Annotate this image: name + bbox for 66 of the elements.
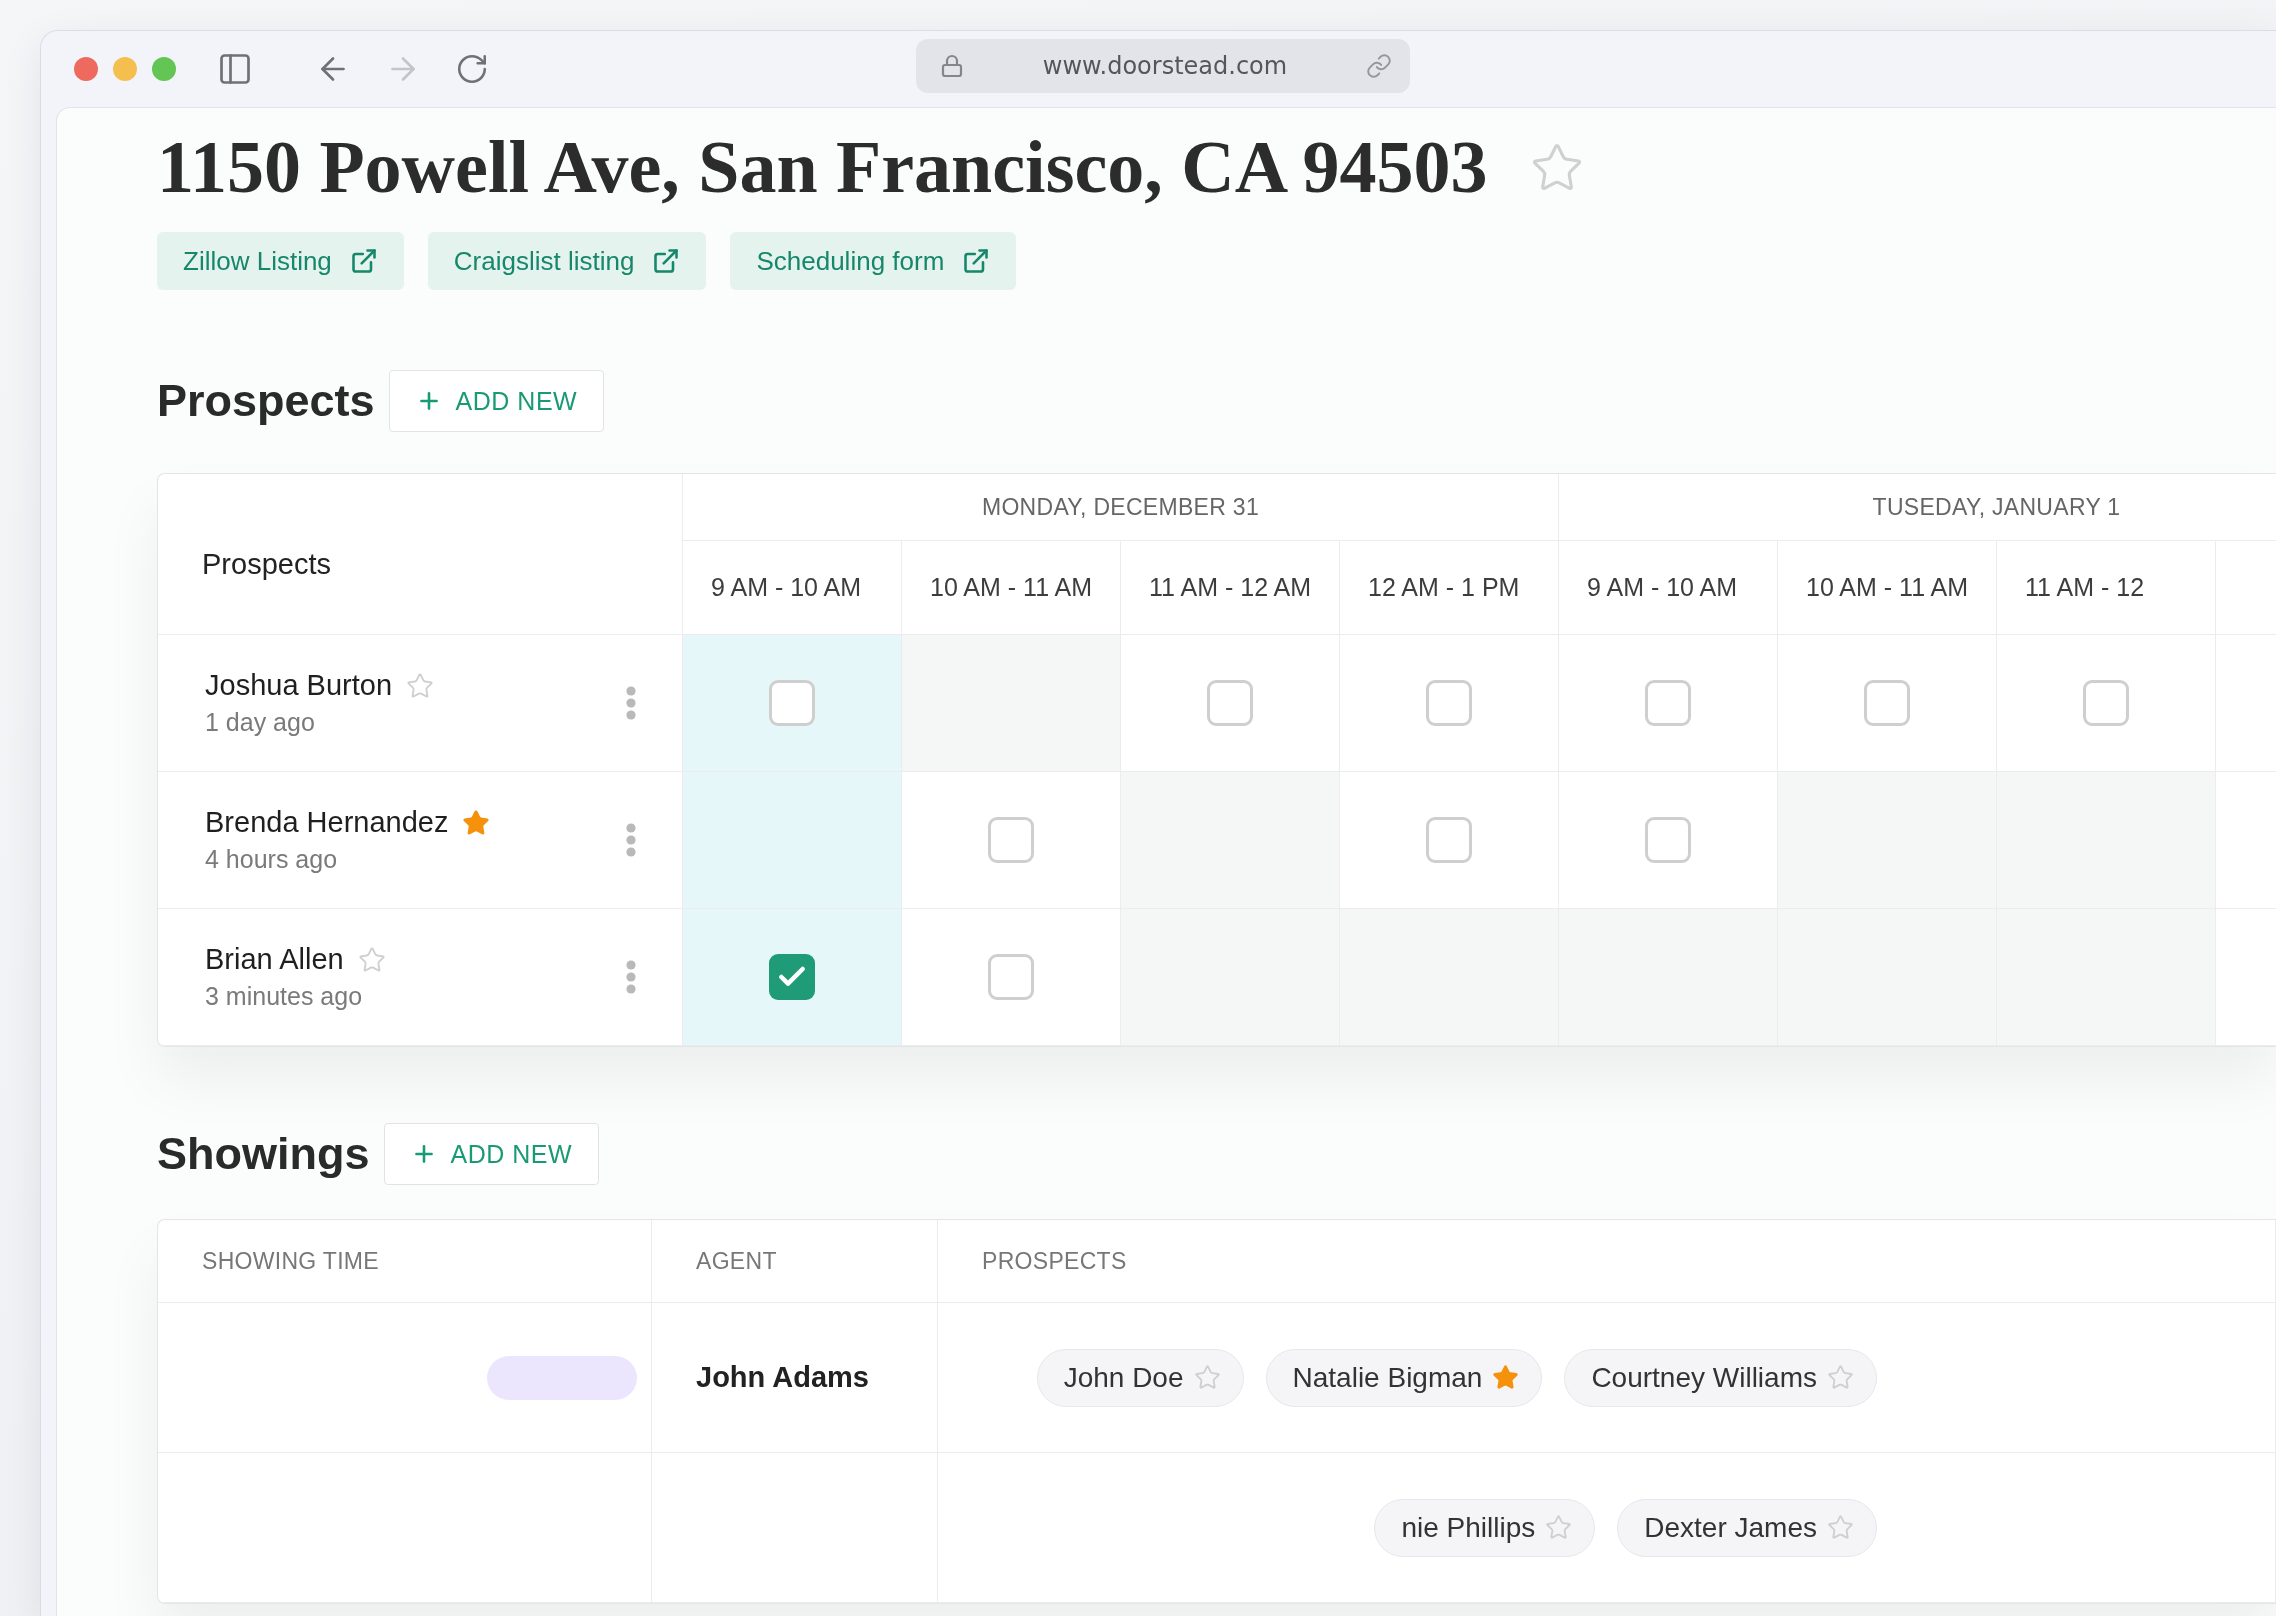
time-slot-header: 10 AM - 11 AM (930, 573, 1093, 602)
listing-title: 1150 Powell Ave, San Francisco, CA 94503 (157, 127, 1488, 208)
prospect-chip[interactable]: Courtney Williams (1564, 1348, 1877, 1407)
checkbox[interactable] (1645, 817, 1691, 863)
section-heading: Showings (157, 1127, 370, 1181)
checkbox[interactable] (988, 817, 1034, 863)
checkbox[interactable] (1645, 680, 1691, 726)
add-new-button[interactable]: ADD NEW (383, 1123, 600, 1185)
add-new-button[interactable]: ADD NEW (388, 370, 605, 432)
star-icon[interactable] (1827, 1514, 1854, 1541)
minimize-button[interactable] (113, 57, 137, 81)
listing-link[interactable]: Craigslist listing (427, 232, 707, 290)
checkbox[interactable] (769, 680, 815, 726)
kebab-menu-icon[interactable] (626, 686, 636, 720)
prospect-name: Brenda Hernandez (205, 806, 449, 839)
star-icon[interactable] (1193, 1364, 1221, 1391)
day-header: MONDAY, DECEMBER 31 (981, 493, 1260, 521)
star-icon[interactable] (406, 671, 434, 700)
star-icon[interactable] (462, 808, 491, 837)
link-icon[interactable] (1366, 53, 1392, 79)
listing-link[interactable]: Scheduling form (730, 232, 1017, 290)
column-header: PROSPECTS (982, 1247, 1127, 1275)
time-slot-header: 11 AM - 12 AM (1149, 573, 1312, 602)
day-header: TUSEDAY, JANUARY 1 (1872, 493, 2121, 521)
agent-name: John Adams (696, 1361, 869, 1394)
star-icon[interactable] (1827, 1364, 1854, 1391)
section-heading: Prospects (157, 374, 375, 428)
sidebar-icon[interactable] (217, 51, 253, 87)
external-link-icon (962, 247, 991, 275)
kebab-menu-icon[interactable] (626, 823, 636, 857)
time-ago-text: 3 minutes ago (205, 982, 364, 1011)
kebab-menu-icon[interactable] (626, 960, 636, 994)
star-icon[interactable] (1492, 1364, 1520, 1391)
column-header: AGENT (696, 1247, 777, 1275)
column-header: SHOWING TIME (202, 1247, 379, 1275)
time-slot-header: 12 AM - 1 PM (1368, 573, 1520, 602)
time-slot-header: 10 AM - 11 AM (1806, 573, 1969, 602)
reload-icon[interactable] (455, 52, 489, 86)
time-ago-text: 4 hours ago (205, 845, 339, 874)
external-link-icon (652, 247, 681, 275)
time-slot-header: 9 AM - 10 AM (1587, 573, 1738, 602)
star-icon[interactable] (1545, 1514, 1573, 1541)
star-icon[interactable] (357, 945, 386, 974)
checkbox[interactable] (769, 954, 815, 1000)
lock-icon (940, 54, 964, 78)
checkbox[interactable] (1864, 680, 1910, 726)
checkbox[interactable] (1426, 817, 1472, 863)
prospect-name: Joshua Burton (205, 669, 392, 702)
checkbox[interactable] (988, 954, 1034, 1000)
close-button[interactable] (74, 57, 98, 81)
time-slot-header: 9 AM - 10 AM (711, 573, 862, 602)
maximize-button[interactable] (152, 57, 176, 81)
prospect-chip[interactable]: nie Phillips (1374, 1498, 1596, 1557)
checkbox[interactable] (1207, 680, 1253, 726)
checkbox[interactable] (1426, 680, 1472, 726)
prospect-chip[interactable]: John Doe (1036, 1348, 1244, 1407)
time-slot-header: 11 AM - 12 (2025, 573, 2145, 602)
external-link-icon (349, 247, 378, 275)
address-bar[interactable]: www.doorstead.com (916, 39, 1410, 93)
listing-link[interactable]: Zillow Listing (157, 232, 404, 290)
column-header: Prospects (202, 547, 331, 581)
prospect-chip[interactable]: Dexter James (1617, 1498, 1877, 1557)
prospect-chip[interactable]: Natalie Bigman (1265, 1348, 1543, 1407)
checkbox[interactable] (2083, 680, 2129, 726)
prospect-name: Brian Allen (205, 943, 344, 976)
time-ago-text: 1 day ago (205, 708, 316, 737)
